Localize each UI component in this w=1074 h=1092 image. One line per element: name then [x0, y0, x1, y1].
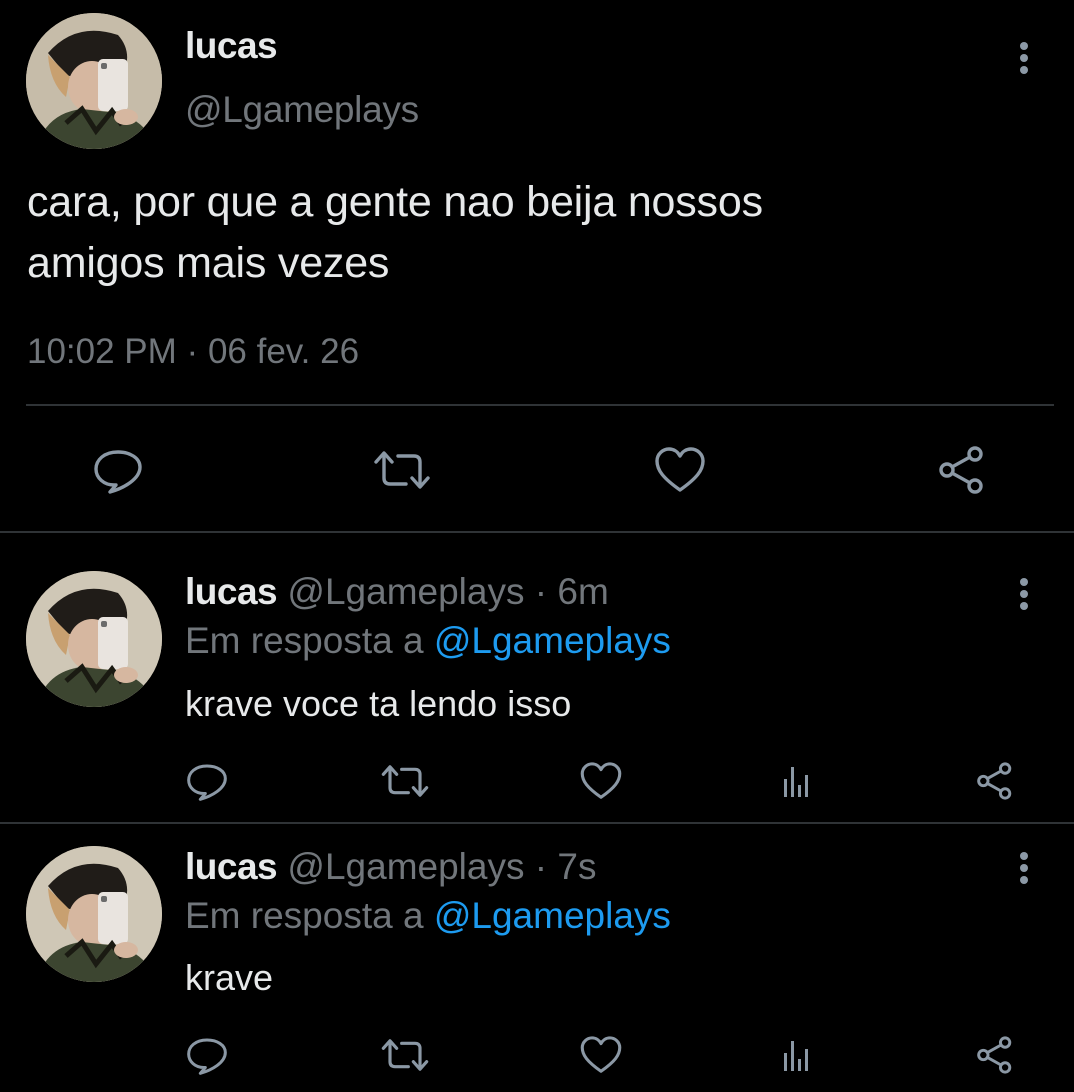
reply-header: lucas @Lgameplays · 7s [185, 845, 596, 889]
author-avatar[interactable] [26, 13, 162, 149]
tweet-text-line-1: cara, por que a gente nao beija nossos [27, 178, 763, 226]
in-reply-handle-link[interactable]: @Lgameplays [434, 895, 671, 936]
tweet-text-line-2: amigos mais vezes [27, 239, 390, 287]
author-name[interactable]: lucas [185, 846, 278, 887]
share-button[interactable] [972, 758, 1018, 804]
more-vertical-icon[interactable] [1012, 848, 1036, 888]
views-button[interactable] [776, 1034, 818, 1076]
reply-text: krave [185, 957, 274, 998]
reply-header: lucas @Lgameplays · 6m [185, 570, 609, 614]
tweet-timestamp[interactable]: 10:02 PM · 06 fev. 26 [27, 332, 359, 372]
avatar-photo [26, 846, 162, 982]
like-button[interactable] [578, 1034, 624, 1076]
analytics-icon [784, 767, 808, 797]
retweet-button[interactable] [378, 760, 432, 802]
author-name[interactable]: lucas [185, 571, 278, 612]
tweet-time: 10:02 PM [27, 332, 177, 371]
in-reply-prefix: Em resposta a [185, 895, 424, 936]
reply-age[interactable]: 6m [557, 571, 608, 612]
retweet-button[interactable] [378, 1034, 432, 1076]
author-avatar[interactable] [26, 571, 162, 707]
reply-button[interactable] [182, 758, 232, 804]
more-vertical-icon[interactable] [1012, 574, 1036, 614]
retweet-button[interactable] [370, 440, 434, 500]
share-icon [977, 1036, 1012, 1074]
heart-icon [580, 1036, 622, 1073]
retweet-icon [381, 1039, 429, 1071]
reply-icon [94, 450, 142, 494]
author-handle[interactable]: @Lgameplays [185, 88, 419, 132]
analytics-icon [784, 1041, 808, 1071]
divider [0, 822, 1074, 824]
header-separator: · [534, 571, 548, 612]
tweet-date: 06 fev. 26 [207, 332, 360, 371]
reply-text: krave voce ta lendo isso [185, 683, 572, 724]
share-icon [939, 446, 983, 494]
like-button[interactable] [650, 440, 710, 500]
like-button[interactable] [578, 760, 624, 802]
share-button[interactable] [932, 440, 992, 500]
in-reply-handle-link[interactable]: @Lgameplays [434, 620, 671, 661]
reply-icon [187, 1038, 227, 1075]
retweet-icon [374, 451, 430, 489]
in-reply-prefix: Em resposta a [185, 620, 424, 661]
reply-age[interactable]: 7s [557, 846, 596, 887]
divider [0, 531, 1074, 533]
timestamp-separator: · [186, 332, 199, 371]
views-button[interactable] [776, 760, 818, 802]
divider [26, 404, 1054, 406]
heart-icon [580, 762, 622, 799]
retweet-icon [381, 765, 429, 797]
author-handle[interactable]: @Lgameplays [287, 571, 524, 612]
share-button[interactable] [972, 1032, 1018, 1078]
header-separator: · [534, 846, 548, 887]
reply-icon [187, 764, 227, 801]
reply-button[interactable] [182, 1032, 232, 1078]
reply-button[interactable] [88, 440, 148, 500]
avatar-photo [26, 13, 162, 149]
in-reply-to: Em resposta a @Lgameplays [185, 619, 671, 663]
more-vertical-icon[interactable] [1012, 38, 1036, 78]
heart-icon [655, 447, 705, 492]
author-handle[interactable]: @Lgameplays [287, 846, 524, 887]
in-reply-to: Em resposta a @Lgameplays [185, 894, 671, 938]
author-avatar[interactable] [26, 846, 162, 982]
avatar-photo [26, 571, 162, 707]
author-name[interactable]: lucas [185, 24, 278, 68]
share-icon [977, 762, 1012, 800]
